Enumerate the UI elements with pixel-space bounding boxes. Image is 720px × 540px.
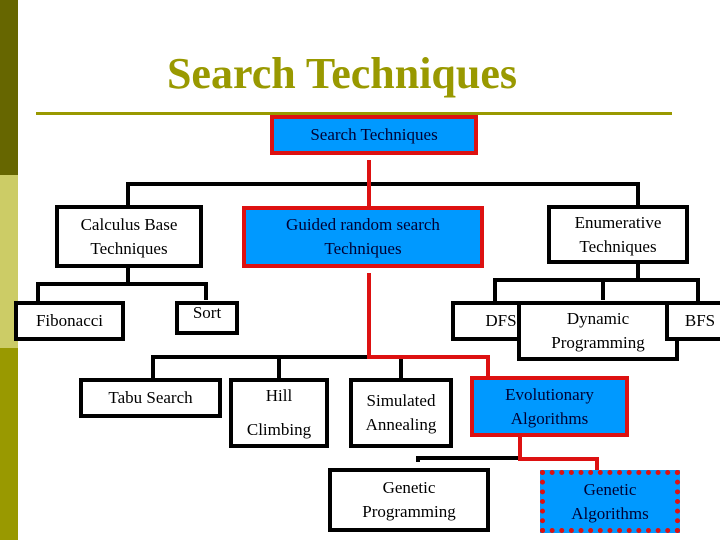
node-genetic-algorithms[interactable]: Genetic Algorithms [540,470,680,533]
node-label-line1: Genetic [382,478,436,497]
node-label-line2: Techniques [324,239,402,258]
node-sort[interactable]: Sort [175,301,239,335]
connector-lines [36,160,700,470]
node-genetic-programming[interactable]: Genetic Programming [328,468,490,532]
connector-evolutionary-gp [416,456,520,462]
node-label-line1: Evolutionary [505,384,594,404]
node-bfs[interactable]: BFS [665,301,720,341]
node-label-line1: Calculus Base [80,214,178,234]
node-label: Tabu Search [108,388,193,407]
connector-enumerative-children [493,262,640,302]
node-label-line2: Techniques [579,236,657,256]
connector-calculus-sort [128,282,208,300]
node-label: Search Techniques [310,125,438,144]
node-evolutionary-algorithms[interactable]: Evolutionary Algorithms [470,376,629,437]
node-label: DFS [485,311,517,330]
node-label-line1: Hill [265,386,293,405]
node-label-line1: Simulated [366,391,436,410]
node-dynamic-programming[interactable]: Dynamic Programming [517,301,679,361]
connector-calculus-children [36,266,130,302]
node-search-techniques[interactable]: Search Techniques [270,115,478,155]
node-calculus-base-techniques[interactable]: Calculus Base Techniques [55,205,203,268]
node-label-line2: Techniques [90,238,168,258]
node-label: Sort [192,303,222,322]
node-label-line2: Algorithms [571,503,649,523]
node-guided-random-search[interactable]: Guided random search Techniques [242,206,484,268]
node-label: BFS [684,311,716,330]
node-label-line2: Programming [362,502,456,521]
node-enumerative-techniques[interactable]: Enumerative Techniques [547,205,689,264]
node-fibonacci[interactable]: Fibonacci [14,301,125,341]
node-hill-climbing[interactable]: Hill Climbing [229,378,329,448]
node-label-line2: Algorithms [510,408,589,428]
node-label: Fibonacci [35,311,104,330]
node-label-line2: Climbing [246,420,312,439]
node-label-line1: Guided random search [286,215,440,234]
node-label-line1: Genetic [583,479,637,499]
connector-enumerative-bfs [638,278,700,302]
connector-highlight-evolutionary-ga [518,435,599,470]
node-label-line1: Dynamic [566,309,630,328]
node-label-line2: Programming [551,333,645,352]
node-tabu-search[interactable]: Tabu Search [79,378,222,418]
node-label-line2: Annealing [365,415,437,434]
connector-root-calculus [126,182,640,207]
node-simulated-annealing[interactable]: Simulated Annealing [349,378,453,448]
node-label-line1: Enumerative [574,212,662,232]
